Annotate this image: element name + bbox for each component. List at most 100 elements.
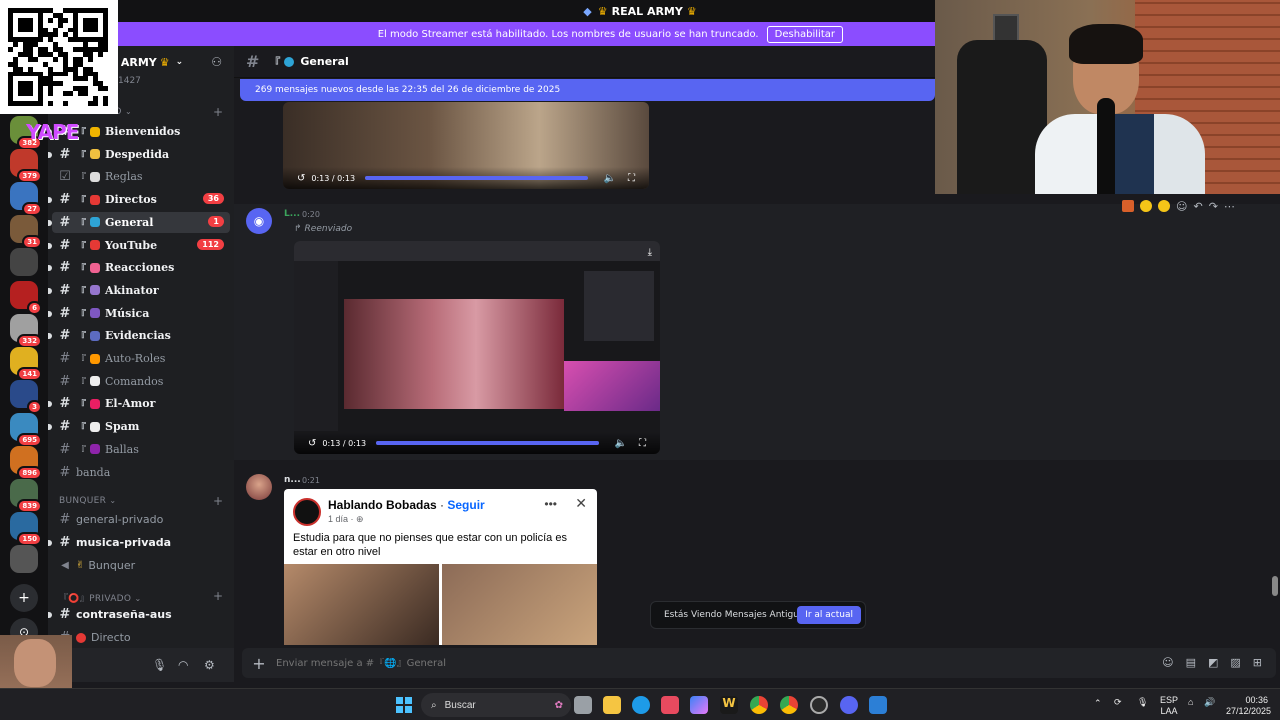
page-name[interactable]: Hablando Bobadas	[328, 498, 437, 512]
server-icon[interactable]	[10, 545, 38, 573]
replay-icon[interactable]: ↺	[297, 173, 305, 184]
app-icon[interactable]	[869, 696, 887, 714]
add-reaction-icon[interactable]: ☺	[1176, 200, 1187, 213]
channel-general[interactable]: # 『 General 1	[48, 211, 230, 233]
channel-despedida[interactable]: # 『 Despedida	[48, 144, 230, 165]
server-icon[interactable]: 896	[10, 446, 42, 480]
volume-icon[interactable]: 🔊	[1204, 697, 1215, 708]
add-member-icon[interactable]: ⚇	[211, 55, 222, 69]
more-icon[interactable]: ⋯	[1224, 200, 1235, 213]
channel-banda[interactable]: # banda	[52, 462, 230, 483]
replay-icon[interactable]: ↺	[308, 438, 316, 449]
video-progress-bar[interactable]	[376, 441, 599, 445]
sticker-icon[interactable]: ◩	[1208, 656, 1218, 669]
jump-to-present-button[interactable]: Ir al actual	[797, 606, 861, 624]
channel-reglas[interactable]: ☑ 『 Reglas	[52, 166, 230, 187]
windows-start-icon[interactable]	[396, 697, 412, 713]
channel-bienvenidos[interactable]: # 『Bienvenidos	[48, 121, 230, 142]
download-icon[interactable]: ⤓	[648, 247, 652, 258]
message-author[interactable]: n...	[284, 475, 301, 485]
app-icon[interactable]	[661, 696, 679, 714]
server-icon[interactable]: 695	[10, 413, 42, 447]
server-icon[interactable]	[10, 248, 38, 276]
gear-icon[interactable]: ⚙	[204, 658, 215, 672]
fullscreen-icon[interactable]: ⛶	[639, 438, 646, 449]
volume-icon[interactable]: 🔈	[604, 173, 616, 184]
sync-icon[interactable]: ⟳	[1114, 697, 1122, 708]
channel-directo[interactable]: # Directo	[52, 627, 230, 648]
category-private[interactable]: 『⭕』PRIVADO ⌄ +	[59, 589, 223, 604]
new-messages-bar[interactable]: 269 mensajes nuevos desde las 22:35 del …	[240, 79, 935, 101]
channel-evidencias[interactable]: # 『 Evidencias	[48, 325, 230, 346]
video-attachment[interactable]: ↺ 0:13 / 0:13 🔈 ⛶	[283, 102, 649, 189]
category-bunker[interactable]: BUNQUER ⌄ +	[59, 494, 223, 508]
disable-streamer-button[interactable]: Deshabilitar	[766, 25, 843, 43]
server-icon[interactable]: 3	[10, 380, 42, 414]
language-indicator[interactable]: ESP LAA	[1160, 695, 1178, 717]
more-icon[interactable]: •••	[544, 497, 557, 511]
server-icon[interactable]: 379	[10, 149, 42, 183]
close-icon[interactable]: ✕	[575, 495, 587, 512]
follow-link[interactable]: Seguir	[447, 498, 484, 512]
forward-icon[interactable]: ↷	[1209, 200, 1218, 213]
server-icon[interactable]: 31	[10, 215, 42, 249]
reaction-emoji-icon[interactable]	[1122, 200, 1134, 212]
image-icon[interactable]: ▨	[1230, 656, 1240, 669]
user-avatar[interactable]	[246, 474, 272, 500]
chrome-icon[interactable]	[780, 696, 798, 714]
obs-icon[interactable]	[810, 696, 828, 714]
channel-youtube[interactable]: # 『 YouTube 112	[48, 235, 230, 256]
gift-icon[interactable]: ☺	[1162, 656, 1173, 669]
fullscreen-icon[interactable]: ⛶	[628, 173, 635, 184]
channel-directos[interactable]: # 『 Directos 36	[48, 189, 230, 210]
add-server-button[interactable]: +	[10, 584, 38, 612]
channel-el-amor[interactable]: # 『 El-Amor	[48, 393, 230, 414]
rofl-emoji-icon[interactable]	[1140, 200, 1152, 212]
taskbar-search[interactable]: ⌕ Buscar ✿	[421, 693, 571, 717]
channel-reacciones[interactable]: # 『 Reacciones	[48, 257, 230, 278]
reply-icon[interactable]: ↶	[1193, 200, 1202, 213]
chevron-up-icon[interactable]: ⌃	[1094, 698, 1102, 709]
clock[interactable]: 00:36 27/12/2025	[1226, 695, 1271, 717]
gif-icon[interactable]: ▤	[1186, 656, 1196, 669]
discord-avatar-icon[interactable]: ◉	[246, 208, 272, 234]
channel-auto-roles[interactable]: # 『 Auto-Roles	[52, 348, 230, 369]
channel-akinator[interactable]: # 『 Akinator	[48, 280, 230, 301]
create-channel-button[interactable]: +	[213, 494, 223, 508]
post-image-left[interactable]	[284, 564, 439, 645]
channel-general-privado[interactable]: # general-privado	[52, 509, 230, 530]
scrollbar-thumb[interactable]	[1272, 576, 1278, 596]
create-channel-button[interactable]: +	[213, 105, 223, 119]
server-icon[interactable]: 6	[10, 281, 42, 315]
apps-icon[interactable]: ⊞	[1253, 656, 1262, 669]
channel-comandos[interactable]: # 『 Comandos	[52, 371, 230, 392]
create-channel-button[interactable]: +	[213, 589, 223, 603]
microphone-icon[interactable]: 🎙	[152, 658, 167, 672]
forwarded-video-attachment[interactable]: ⤓ ↺ 0:13 / 0:13 🔈 ⛶	[294, 241, 660, 454]
winamp-icon[interactable]: W	[720, 696, 738, 714]
task-view-icon[interactable]	[574, 696, 592, 714]
message-author[interactable]: L...	[284, 209, 300, 219]
channel-ballas[interactable]: # 『 Ballas	[52, 439, 230, 460]
discord-icon[interactable]	[840, 696, 858, 714]
facebook-post-embed[interactable]: Hablando Bobadas · Seguir 1 día · ⊕ ••• …	[284, 489, 597, 645]
voice-channel-bunquer[interactable]: ◀ ✌ Bunquer	[52, 555, 230, 576]
post-image-right[interactable]	[442, 564, 597, 645]
chrome-icon[interactable]	[750, 696, 768, 714]
channel-spam[interactable]: # 『 Spam	[48, 416, 230, 437]
server-icon[interactable]: 150	[10, 512, 42, 546]
server-icon[interactable]: 332	[10, 314, 42, 348]
joy-emoji-icon[interactable]	[1158, 200, 1170, 212]
channel-m-sica[interactable]: # 『 Música	[48, 303, 230, 324]
volume-icon[interactable]: 🔈	[615, 438, 627, 449]
file-explorer-icon[interactable]	[603, 696, 621, 714]
video-progress-bar[interactable]	[365, 176, 588, 180]
copilot-icon[interactable]	[690, 696, 708, 714]
message-input[interactable]	[276, 657, 876, 669]
channel-contrasena-aus[interactable]: # contraseña-aus	[48, 604, 230, 625]
server-icon[interactable]: 27	[10, 182, 42, 216]
server-icon[interactable]: 839	[10, 479, 42, 513]
channel-musica-privada[interactable]: # musica-privada	[48, 532, 230, 553]
edge-icon[interactable]	[632, 696, 650, 714]
server-icon[interactable]: 141	[10, 347, 42, 381]
